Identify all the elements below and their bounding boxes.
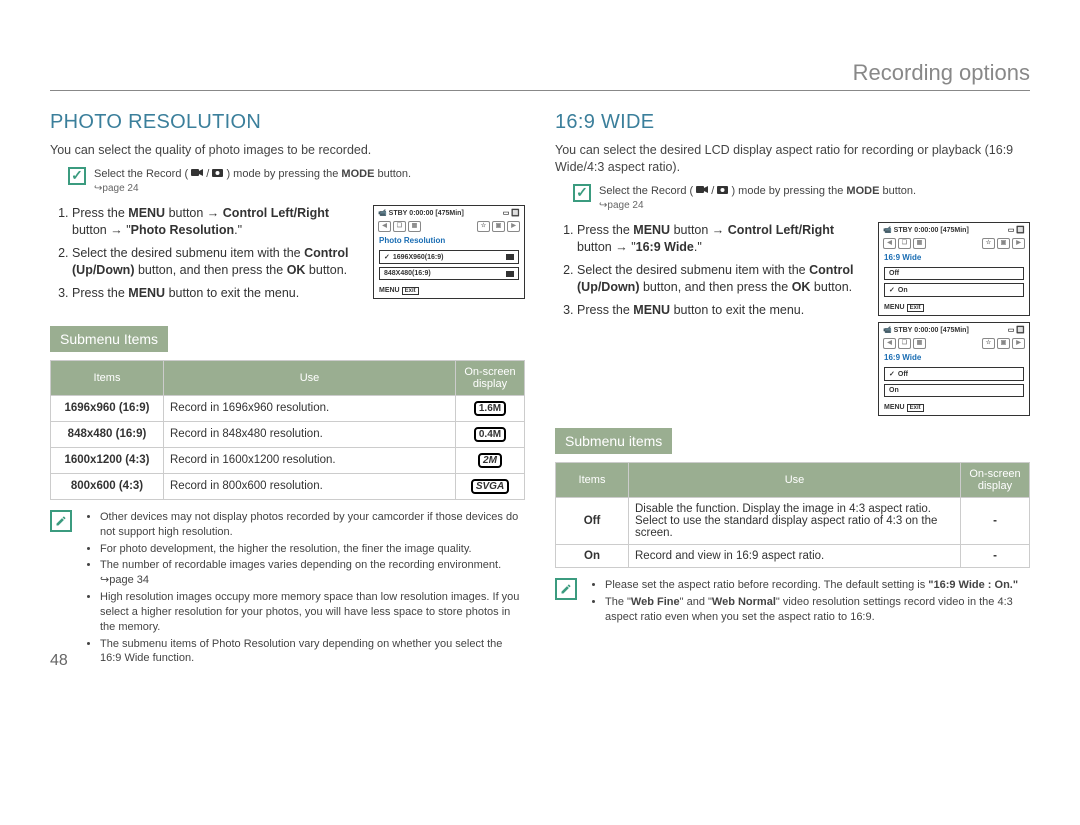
page-header: Recording options — [50, 60, 1030, 86]
left-column: PHOTO RESOLUTION You can select the qual… — [50, 111, 525, 668]
th-display: On-screen display — [456, 360, 525, 395]
screen-menu-title: Photo Resolution — [374, 234, 524, 247]
mode-note-post: ) mode by pressing the — [731, 185, 846, 197]
th-items: Items — [556, 463, 629, 498]
intro-text: You can select the quality of photo imag… — [50, 142, 525, 159]
lcd-screenshot: 📹 STBY 0:00:00 [475Min] ▭ 🔲 ◀❏▦☆▣▶ Photo… — [373, 205, 525, 299]
photo-icon — [717, 185, 728, 194]
tips-block: Please set the aspect ratio before recor… — [555, 578, 1030, 627]
page-ref: ↪page 24 — [599, 200, 644, 211]
step-2: Select the desired submenu item with the… — [72, 245, 365, 279]
video-icon — [191, 168, 203, 177]
mode-bold: MODE — [846, 185, 879, 197]
lcd-screenshot-off: 📹 STBY 0:00:00 [475Min] ▭ 🔲 ◀❏▦☆▣▶ 16:9 … — [878, 222, 1030, 316]
tip-item: The submenu items of Photo Resolution va… — [100, 637, 525, 667]
th-use: Use — [164, 360, 456, 395]
tip-item: For photo development, the higher the re… — [100, 542, 525, 557]
steps-list: Press the MENU button → Control Left/Rig… — [573, 222, 870, 324]
pencil-icon — [50, 510, 72, 532]
lcd-screenshot-on: 📹 STBY 0:00:00 [475Min] ▭ 🔲 ◀❏▦☆▣▶ 16:9 … — [878, 322, 1030, 416]
photo-icon — [212, 168, 223, 177]
tip-item: Other devices may not display photos rec… — [100, 510, 525, 540]
mode-bold: MODE — [341, 168, 374, 180]
mode-note-end: button. — [879, 185, 916, 197]
check-icon: ✓ — [573, 184, 591, 202]
page-number: 48 — [50, 652, 68, 670]
mode-note-post: ) mode by pressing the — [226, 168, 341, 180]
table-row: 800x600 (4:3)Record in 800x600 resolutio… — [51, 473, 525, 499]
submenu-heading: Submenu Items — [50, 326, 168, 352]
mode-note: ✓ Select the Record ( / ) mode by pressi… — [68, 167, 525, 196]
tip-item: The number of recordable images varies d… — [100, 558, 525, 588]
th-use: Use — [629, 463, 961, 498]
table-row: OffDisable the function. Display the ima… — [556, 498, 1030, 545]
pencil-icon — [555, 578, 577, 600]
video-icon — [696, 185, 708, 194]
mode-note-end: button. — [374, 168, 411, 180]
steps-list: Press the MENU button → Control Left/Rig… — [68, 205, 365, 307]
submenu-table: Items Use On-screen display OffDisable t… — [555, 462, 1030, 568]
table-row: 1696x960 (16:9)Record in 1696x960 resolu… — [51, 395, 525, 421]
header-rule — [50, 90, 1030, 91]
step-1: Press the MENU button → Control Left/Rig… — [72, 205, 365, 239]
mode-note: ✓ Select the Record ( / ) mode by pressi… — [573, 184, 1030, 213]
table-row: 848x480 (16:9)Record in 848x480 resoluti… — [51, 421, 525, 447]
mode-note-pre: Select the Record ( — [599, 185, 693, 197]
check-icon: ✓ — [68, 167, 86, 185]
table-row: OnRecord and view in 16:9 aspect ratio.- — [556, 545, 1030, 568]
tip-item: The "Web Fine" and "Web Normal" video re… — [605, 595, 1030, 625]
step-1: Press the MENU button → Control Left/Rig… — [577, 222, 870, 256]
mode-note-pre: Select the Record ( — [94, 168, 188, 180]
step-2: Select the desired submenu item with the… — [577, 262, 870, 296]
th-items: Items — [51, 360, 164, 395]
submenu-table: Items Use On-screen display 1696x960 (16… — [50, 360, 525, 500]
tip-item: Please set the aspect ratio before recor… — [605, 578, 1030, 593]
th-display: On-screen display — [961, 463, 1030, 498]
step-3: Press the MENU button to exit the menu. — [577, 302, 870, 319]
section-title-169-wide: 16:9 WIDE — [555, 111, 1030, 134]
submenu-heading: Submenu items — [555, 428, 672, 454]
page-ref: ↪page 24 — [94, 183, 139, 194]
tip-item: High resolution images occupy more memor… — [100, 590, 525, 635]
tips-block: Other devices may not display photos rec… — [50, 510, 525, 668]
table-row: 1600x1200 (4:3)Record in 1600x1200 resol… — [51, 447, 525, 473]
right-column: 16:9 WIDE You can select the desired LCD… — [555, 111, 1030, 668]
intro-text: You can select the desired LCD display a… — [555, 142, 1030, 176]
section-title-photo-resolution: PHOTO RESOLUTION — [50, 111, 525, 134]
screen-menu-title: 16:9 Wide — [879, 351, 1029, 364]
screen-menu-title: 16:9 Wide — [879, 251, 1029, 264]
